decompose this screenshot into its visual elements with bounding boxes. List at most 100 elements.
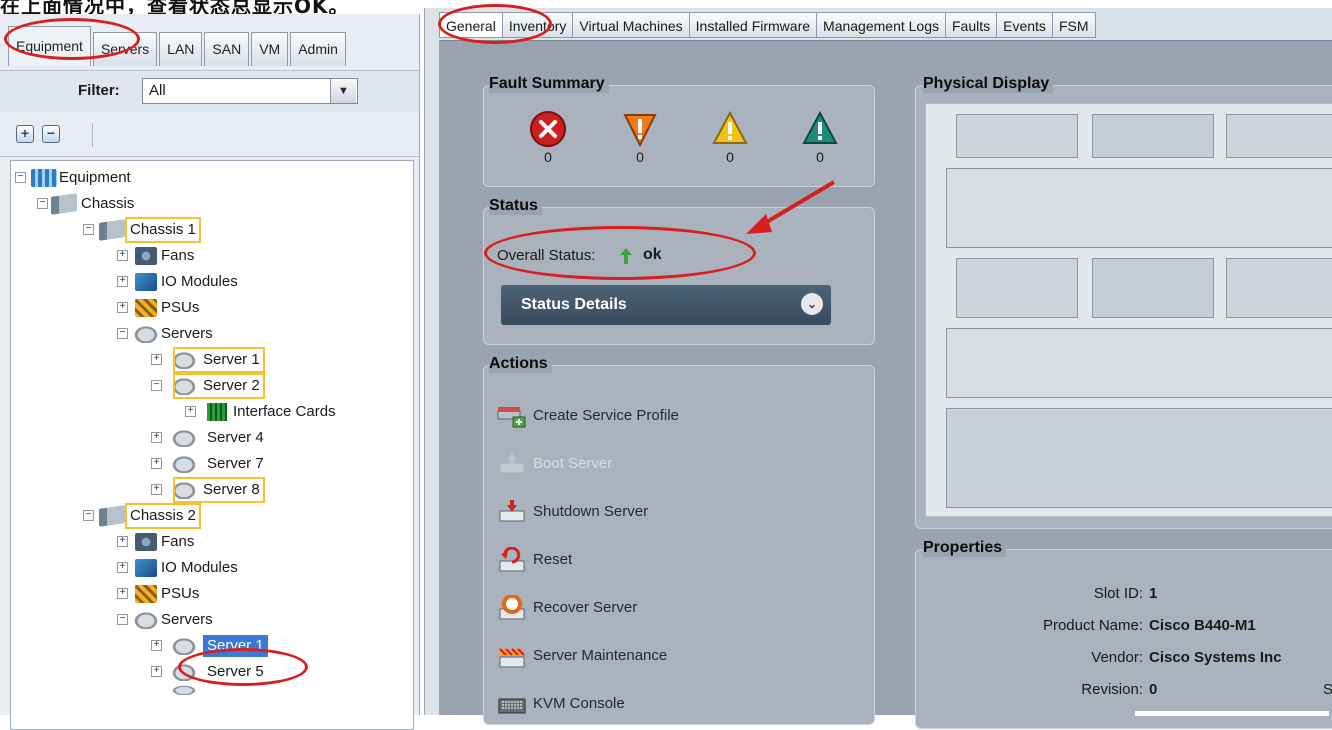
equipment-tree: − Equipment − Chassis − Chassis 1 + Fans… xyxy=(10,160,414,730)
expand-toggle-icon[interactable]: + xyxy=(151,458,162,469)
tree-node-label: Server 8 xyxy=(173,477,265,503)
navigation-panel: Equipment Servers LAN SAN VM Admin Filte… xyxy=(0,14,420,730)
tree-toolbar: + − xyxy=(0,113,419,157)
blade-slot[interactable] xyxy=(956,114,1078,158)
tab-lan[interactable]: LAN xyxy=(159,32,203,66)
overall-status-value: ok xyxy=(643,246,662,263)
expand-toggle-icon[interactable]: + xyxy=(151,354,162,365)
tab-inventory[interactable]: Inventory xyxy=(501,12,573,38)
io-module-icon xyxy=(135,273,157,291)
expand-toggle-icon[interactable]: + xyxy=(117,302,128,313)
tree-node-label: Chassis xyxy=(81,195,135,212)
expand-toggle-icon[interactable]: + xyxy=(151,432,162,443)
fault-warning[interactable]: 0 xyxy=(795,109,845,165)
fault-critical[interactable]: 0 xyxy=(523,109,573,165)
expand-toggle-icon[interactable]: + xyxy=(117,588,128,599)
tab-servers[interactable]: Servers xyxy=(92,32,158,66)
physical-display-title: Physical Display xyxy=(923,75,1054,93)
recover-server-icon xyxy=(497,594,527,621)
chassis-icon xyxy=(99,505,125,527)
chevron-down-icon[interactable]: ▼ xyxy=(330,79,356,103)
nav-tab-bar: Equipment Servers LAN SAN VM Admin xyxy=(8,24,346,66)
filter-row: Filter: All ▼ xyxy=(0,70,419,112)
collapse-toggle-icon[interactable]: − xyxy=(151,380,162,391)
critical-fault-count: 0 xyxy=(544,149,552,165)
collapse-toggle-icon[interactable]: − xyxy=(37,198,48,209)
collapse-all-icon[interactable]: − xyxy=(42,125,60,143)
kvm-console-icon xyxy=(497,691,527,717)
server-icon xyxy=(171,637,197,655)
server-icon xyxy=(133,325,159,343)
tab-vm[interactable]: VM xyxy=(251,32,289,66)
collapse-toggle-icon[interactable]: − xyxy=(117,614,128,625)
expand-toggle-icon[interactable]: + xyxy=(117,562,128,573)
psu-icon xyxy=(135,585,157,603)
server-icon xyxy=(171,455,197,473)
detail-tab-bar: General Inventory Virtual Machines Insta… xyxy=(439,12,1096,40)
tab-general[interactable]: General xyxy=(439,12,502,38)
tree-node-label: Chassis 1 xyxy=(125,217,201,243)
properties-title: Properties xyxy=(923,539,1007,557)
tab-san[interactable]: SAN xyxy=(204,32,250,66)
collapse-toggle-icon[interactable]: − xyxy=(15,172,26,183)
tree-node-label: Servers xyxy=(161,611,213,628)
collapse-toggle-icon[interactable]: − xyxy=(83,510,94,521)
tab-faults[interactable]: Faults xyxy=(945,12,997,38)
fault-major[interactable]: 0 xyxy=(615,109,665,165)
tab-admin[interactable]: Admin xyxy=(290,32,346,66)
fault-minor[interactable]: 0 xyxy=(705,109,755,165)
tab-installed-firmware[interactable]: Installed Firmware xyxy=(688,12,817,38)
blade-slot[interactable] xyxy=(946,168,1332,248)
tree-node-label: Fans xyxy=(161,533,195,550)
blade-slot[interactable] xyxy=(1092,258,1214,318)
fault-summary-title: Fault Summary xyxy=(489,75,609,93)
action-label: Server Maintenance xyxy=(533,647,668,664)
tree-node-label: Server 1 xyxy=(173,347,265,373)
chassis-image[interactable] xyxy=(925,103,1332,517)
tab-management-logs[interactable]: Management Logs xyxy=(816,12,945,38)
property-value: 1 xyxy=(1149,585,1158,602)
critical-fault-icon xyxy=(528,109,568,149)
filter-select[interactable]: All xyxy=(142,78,358,104)
expand-toggle-icon[interactable]: + xyxy=(117,250,128,261)
action-label: Boot Server xyxy=(533,455,613,472)
collapse-toggle-icon[interactable]: − xyxy=(117,328,128,339)
status-title: Status xyxy=(489,197,542,215)
blade-slot[interactable] xyxy=(1092,114,1214,158)
io-module-icon xyxy=(135,559,157,577)
warning-fault-icon xyxy=(800,109,840,149)
blade-slot[interactable] xyxy=(1226,258,1332,318)
expand-toggle-icon[interactable]: + xyxy=(185,406,196,417)
expand-toggle-icon[interactable]: + xyxy=(151,640,162,651)
tree-node-label: Server 1 xyxy=(203,635,268,657)
property-value: Cisco B440-M1 xyxy=(1149,617,1256,634)
tree-node-label: Server 5 xyxy=(207,663,264,680)
tab-events[interactable]: Events xyxy=(996,12,1052,38)
actions-title: Actions xyxy=(489,355,552,373)
expand-toggle-icon[interactable]: + xyxy=(117,536,128,547)
action-label: KVM Console xyxy=(533,695,625,712)
tree-node-label: Servers xyxy=(161,325,213,342)
expand-toggle-icon[interactable]: + xyxy=(151,484,162,495)
blade-slot[interactable] xyxy=(1226,114,1332,158)
tree-node-label: PSUs xyxy=(161,299,200,316)
properties-scroll-edge xyxy=(1135,711,1329,716)
general-content: Fault Summary 0 0 0 0 Status Overall Sta… xyxy=(439,40,1332,729)
blade-slot[interactable] xyxy=(956,258,1078,318)
tab-virtual-machines[interactable]: Virtual Machines xyxy=(572,12,689,38)
server-icon xyxy=(133,611,159,629)
expand-all-icon[interactable]: + xyxy=(16,125,34,143)
collapse-toggle-icon[interactable]: − xyxy=(83,224,94,235)
blade-slot[interactable] xyxy=(946,328,1332,398)
expand-toggle-icon[interactable]: + xyxy=(151,666,162,677)
major-fault-icon xyxy=(620,109,660,149)
shutdown-server-icon xyxy=(497,499,527,525)
tab-fsm[interactable]: FSM xyxy=(1051,12,1096,38)
action-label: Recover Server xyxy=(533,599,638,616)
minor-fault-icon xyxy=(710,109,750,149)
fan-icon xyxy=(135,247,157,265)
tab-equipment[interactable]: Equipment xyxy=(8,26,91,66)
psu-bay[interactable] xyxy=(946,408,1332,508)
tree-node-label: IO Modules xyxy=(161,273,238,290)
expand-toggle-icon[interactable]: + xyxy=(117,276,128,287)
